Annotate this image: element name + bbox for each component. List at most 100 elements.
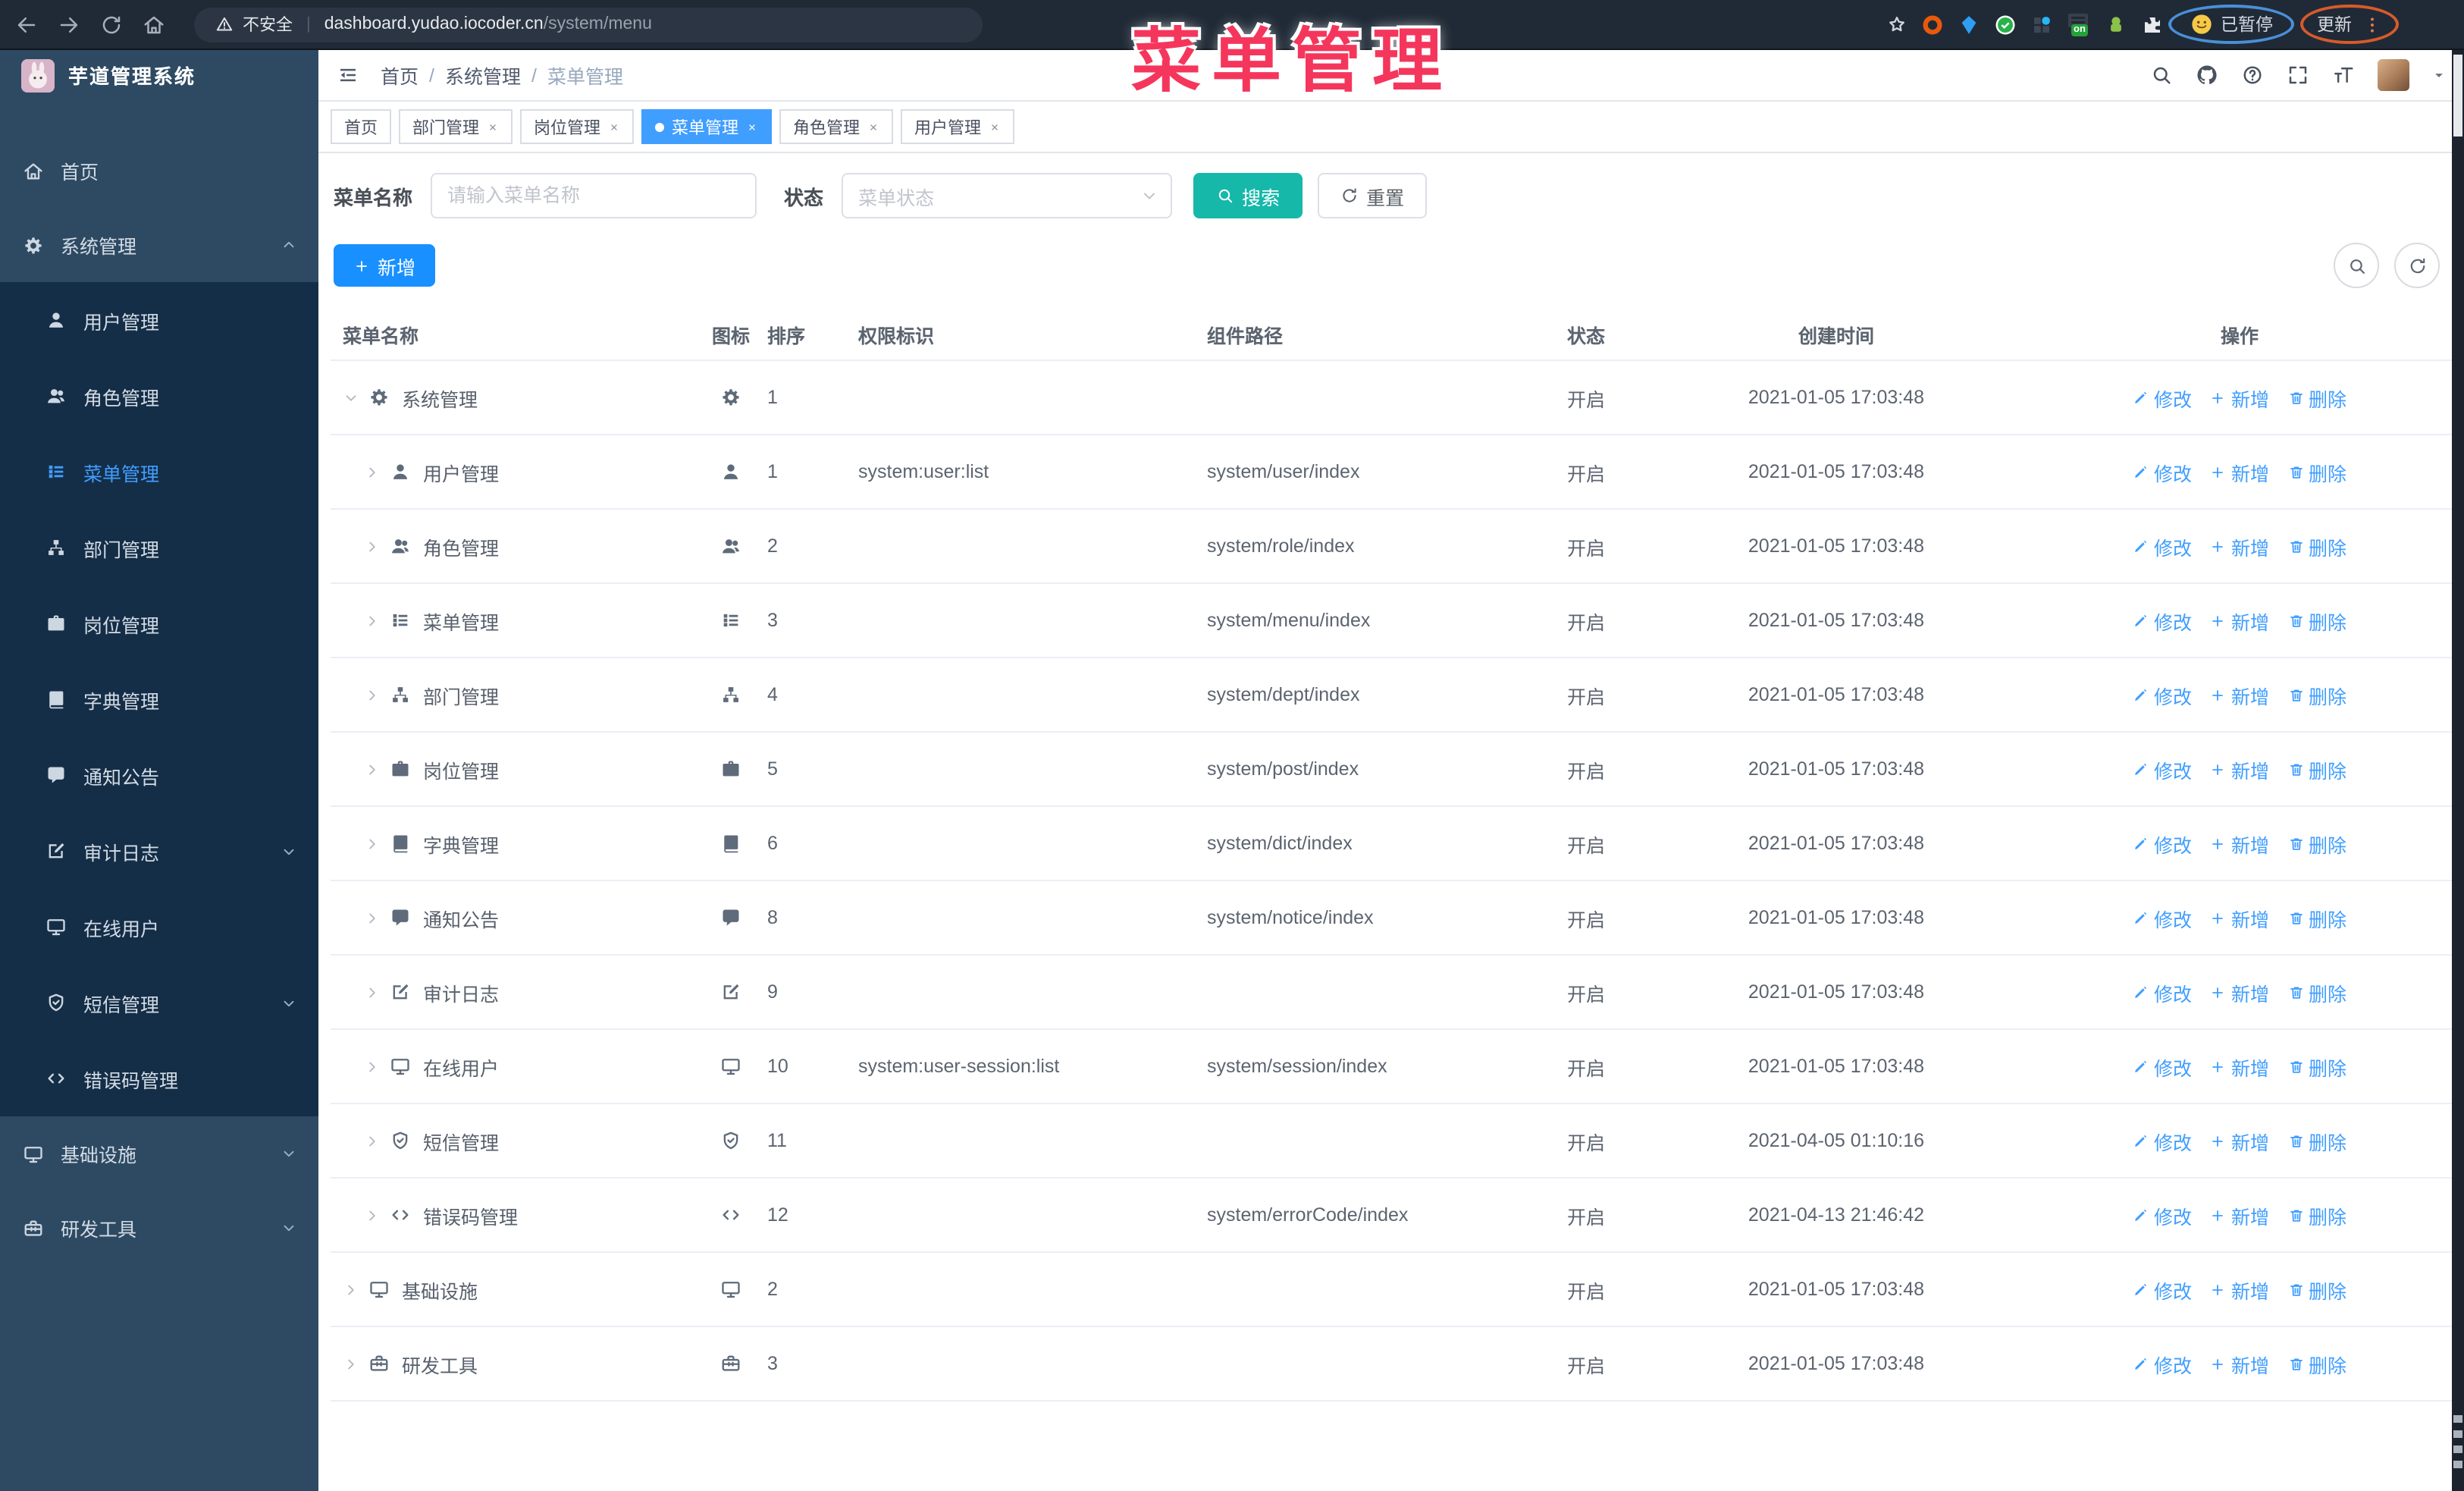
reload-icon[interactable] bbox=[100, 13, 123, 36]
row-action-修改[interactable]: 修改 bbox=[2133, 457, 2192, 486]
add-button[interactable]: 新增 bbox=[334, 244, 436, 287]
github-icon[interactable] bbox=[2196, 64, 2218, 86]
row-action-删除[interactable]: 删除 bbox=[2287, 1349, 2346, 1378]
sidebar-item-用户管理[interactable]: 用户管理 bbox=[0, 282, 318, 358]
row-action-新增[interactable]: 新增 bbox=[2210, 1275, 2269, 1304]
row-action-新增[interactable]: 新增 bbox=[2210, 1126, 2269, 1155]
caret-collapsed-icon[interactable] bbox=[364, 463, 381, 480]
reset-button[interactable]: 重置 bbox=[1318, 173, 1428, 218]
row-action-删除[interactable]: 删除 bbox=[2287, 1201, 2346, 1229]
row-action-修改[interactable]: 修改 bbox=[2133, 978, 2192, 1006]
row-action-删除[interactable]: 删除 bbox=[2287, 1126, 2346, 1155]
address-bar[interactable]: 不安全 | dashboard.yudao.iocoder.cn/system/… bbox=[194, 7, 983, 42]
sidebar-item-审计日志[interactable]: 审计日志 bbox=[0, 813, 318, 889]
home-icon[interactable] bbox=[143, 13, 165, 36]
row-action-新增[interactable]: 新增 bbox=[2210, 1201, 2269, 1229]
sidebar-item-首页[interactable]: 首页 bbox=[0, 133, 318, 208]
caret-collapsed-icon[interactable] bbox=[364, 1132, 381, 1149]
sidebar-item-岗位管理[interactable]: 岗位管理 bbox=[0, 585, 318, 661]
tab-角色管理[interactable]: 角色管理 bbox=[779, 109, 893, 144]
sidebar-item-系统管理[interactable]: 系统管理 bbox=[0, 208, 318, 282]
row-action-修改[interactable]: 修改 bbox=[2133, 1052, 2192, 1081]
refresh-table-button[interactable] bbox=[2394, 243, 2440, 288]
scrollbar-thumb[interactable] bbox=[2453, 55, 2462, 137]
profile-chip[interactable]: 已暂停 bbox=[2168, 5, 2293, 44]
caret-collapsed-icon[interactable] bbox=[364, 761, 381, 777]
caret-collapsed-icon[interactable] bbox=[364, 538, 381, 554]
caret-collapsed-icon[interactable] bbox=[364, 612, 381, 629]
row-action-修改[interactable]: 修改 bbox=[2133, 1275, 2192, 1304]
row-action-修改[interactable]: 修改 bbox=[2133, 1126, 2192, 1155]
back-icon[interactable] bbox=[15, 13, 38, 36]
row-action-新增[interactable]: 新增 bbox=[2210, 532, 2269, 560]
sidebar-item-短信管理[interactable]: 短信管理 bbox=[0, 965, 318, 1041]
row-action-修改[interactable]: 修改 bbox=[2133, 829, 2192, 858]
row-action-删除[interactable]: 删除 bbox=[2287, 903, 2346, 932]
green-check-icon[interactable] bbox=[1993, 13, 2016, 36]
tab-菜单管理[interactable]: 菜单管理 bbox=[641, 109, 772, 144]
sidebar-item-角色管理[interactable]: 角色管理 bbox=[0, 358, 318, 434]
row-action-新增[interactable]: 新增 bbox=[2210, 829, 2269, 858]
row-action-新增[interactable]: 新增 bbox=[2210, 978, 2269, 1006]
grid-blue-dot-icon[interactable] bbox=[2030, 13, 2052, 36]
hamburger-icon[interactable] bbox=[337, 64, 359, 86]
sidebar-item-菜单管理[interactable]: 菜单管理 bbox=[0, 434, 318, 510]
scrollbar[interactable] bbox=[2452, 50, 2464, 1491]
tab-首页[interactable]: 首页 bbox=[331, 109, 391, 144]
browser-menu-icon[interactable] bbox=[2362, 14, 2382, 34]
row-action-新增[interactable]: 新增 bbox=[2210, 383, 2269, 412]
breadcrumb-system[interactable]: 系统管理 bbox=[445, 61, 521, 89]
row-action-删除[interactable]: 删除 bbox=[2287, 680, 2346, 709]
status-select[interactable]: 菜单状态 bbox=[842, 173, 1173, 218]
caret-expanded-icon[interactable] bbox=[343, 389, 359, 406]
row-action-修改[interactable]: 修改 bbox=[2133, 903, 2192, 932]
caret-collapsed-icon[interactable] bbox=[343, 1281, 359, 1298]
show-search-button[interactable] bbox=[2334, 243, 2379, 288]
tab-用户管理[interactable]: 用户管理 bbox=[901, 109, 1014, 144]
row-action-新增[interactable]: 新增 bbox=[2210, 903, 2269, 932]
blue-gem-icon[interactable] bbox=[1957, 13, 1980, 36]
caret-collapsed-icon[interactable] bbox=[364, 984, 381, 1000]
puzzle-icon[interactable] bbox=[2140, 13, 2163, 36]
menu-name-input[interactable] bbox=[431, 173, 757, 218]
row-action-删除[interactable]: 删除 bbox=[2287, 383, 2346, 412]
row-action-修改[interactable]: 修改 bbox=[2133, 755, 2192, 783]
tab-部门管理[interactable]: 部门管理 bbox=[399, 109, 513, 144]
row-action-修改[interactable]: 修改 bbox=[2133, 606, 2192, 635]
row-action-删除[interactable]: 删除 bbox=[2287, 1052, 2346, 1081]
row-action-新增[interactable]: 新增 bbox=[2210, 457, 2269, 486]
font-size-icon[interactable] bbox=[2332, 64, 2355, 86]
fullscreen-icon[interactable] bbox=[2287, 64, 2309, 86]
caret-collapsed-icon[interactable] bbox=[364, 1058, 381, 1075]
help-icon[interactable] bbox=[2241, 64, 2264, 86]
tab-岗位管理[interactable]: 岗位管理 bbox=[520, 109, 634, 144]
search-icon[interactable] bbox=[2150, 64, 2173, 86]
caret-collapsed-icon[interactable] bbox=[364, 1207, 381, 1223]
sidebar-item-在线用户[interactable]: 在线用户 bbox=[0, 889, 318, 965]
row-action-删除[interactable]: 删除 bbox=[2287, 532, 2346, 560]
sidebar-item-研发工具[interactable]: 研发工具 bbox=[0, 1191, 318, 1265]
row-action-新增[interactable]: 新增 bbox=[2210, 606, 2269, 635]
sidebar-item-通知公告[interactable]: 通知公告 bbox=[0, 737, 318, 813]
caret-collapsed-icon[interactable] bbox=[364, 686, 381, 703]
caret-collapsed-icon[interactable] bbox=[364, 835, 381, 852]
row-action-修改[interactable]: 修改 bbox=[2133, 680, 2192, 709]
sidebar-item-基础设施[interactable]: 基础设施 bbox=[0, 1116, 318, 1191]
search-button[interactable]: 搜索 bbox=[1193, 173, 1303, 218]
caret-collapsed-icon[interactable] bbox=[343, 1355, 359, 1372]
row-action-修改[interactable]: 修改 bbox=[2133, 383, 2192, 412]
orange-ring-icon[interactable] bbox=[1920, 13, 1943, 36]
row-action-新增[interactable]: 新增 bbox=[2210, 1349, 2269, 1378]
forward-icon[interactable] bbox=[58, 13, 80, 36]
row-action-新增[interactable]: 新增 bbox=[2210, 680, 2269, 709]
row-action-修改[interactable]: 修改 bbox=[2133, 1201, 2192, 1229]
row-action-删除[interactable]: 删除 bbox=[2287, 457, 2346, 486]
user-menu-caret-icon[interactable] bbox=[2432, 68, 2446, 82]
row-action-修改[interactable]: 修改 bbox=[2133, 532, 2192, 560]
caret-collapsed-icon[interactable] bbox=[364, 909, 381, 926]
on-badge-icon[interactable]: on bbox=[2066, 13, 2090, 36]
row-action-删除[interactable]: 删除 bbox=[2287, 755, 2346, 783]
row-action-删除[interactable]: 删除 bbox=[2287, 978, 2346, 1006]
row-action-删除[interactable]: 删除 bbox=[2287, 1275, 2346, 1304]
bookmark-star-icon[interactable] bbox=[1886, 14, 1907, 35]
